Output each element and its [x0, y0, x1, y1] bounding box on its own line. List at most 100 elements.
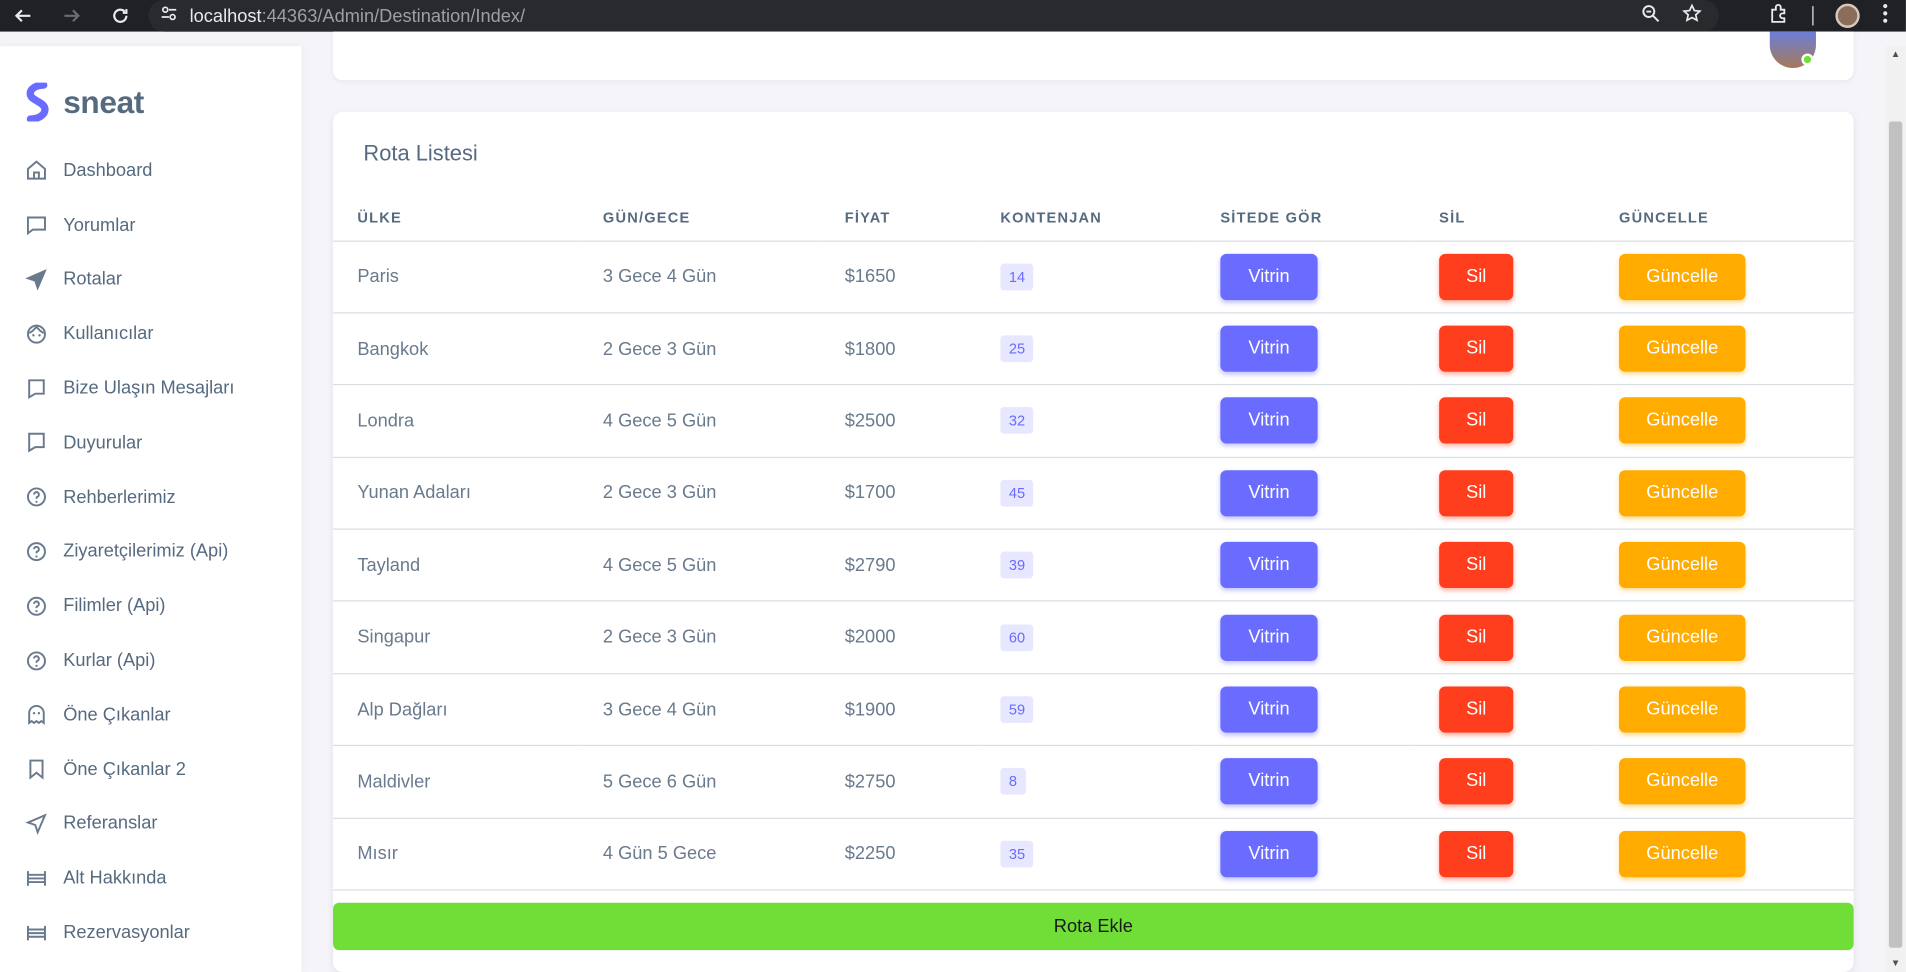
list-icon: [26, 867, 48, 889]
message-icon: [26, 377, 48, 399]
duration-cell: 2 Gece 3 Gün: [578, 601, 821, 675]
brand-logo[interactable]: sneat: [24, 82, 144, 122]
address-bar[interactable]: localhost:44363/Admin/Destination/Index/: [148, 0, 1719, 32]
add-route-button[interactable]: Rota Ekle: [333, 902, 1854, 951]
help-circle-icon: [26, 595, 48, 617]
card-title: Rota Listesi: [363, 140, 478, 166]
scroll-down-arrow-icon[interactable]: ▼: [1885, 955, 1906, 972]
vitrin-button[interactable]: Vitrin: [1220, 542, 1318, 589]
delete-button[interactable]: Sil: [1439, 397, 1514, 445]
route-list-card: Rota Listesi ÜLKE GÜN/GECE FİYAT KONTENJAN S…: [333, 111, 1854, 972]
country-cell: Paris: [333, 240, 579, 314]
delete-button[interactable]: Sil: [1439, 614, 1514, 661]
capacity-cell: 59: [976, 673, 1197, 747]
capacity-badge: 8: [1000, 768, 1026, 796]
help-circle-icon: [26, 541, 48, 563]
vitrin-button[interactable]: Vitrin: [1220, 253, 1318, 300]
site-info-icon[interactable]: [160, 4, 177, 27]
vitrin-button[interactable]: Vitrin: [1220, 758, 1318, 805]
update-button[interactable]: Güncelle: [1619, 830, 1746, 878]
page-scrollbar[interactable]: ▲ ▼: [1885, 46, 1906, 972]
sidebar-item-duyurular[interactable]: Duyurular: [0, 416, 301, 470]
sidebar-item-label: Dashboard: [63, 160, 153, 181]
sidebar-item-label: Öne Çıkanlar: [63, 704, 171, 726]
update-button[interactable]: Güncelle: [1619, 614, 1746, 661]
sidebar-item-rotalar[interactable]: Rotalar: [0, 252, 301, 306]
back-icon[interactable]: [7, 0, 39, 32]
sidebar-item-label: Rehberlerimiz: [63, 486, 176, 508]
sidebar-item-ne-kanlar[interactable]: Öne Çıkanlar: [0, 688, 301, 742]
divider: [1812, 6, 1814, 26]
sidebar-item-label: Rotalar: [63, 269, 122, 290]
vitrin-button[interactable]: Vitrin: [1220, 614, 1318, 661]
vitrin-button[interactable]: Vitrin: [1220, 686, 1318, 733]
vitrin-button[interactable]: Vitrin: [1220, 397, 1318, 445]
delete-cell: Sil: [1414, 673, 1595, 747]
delete-cell: Sil: [1414, 601, 1595, 675]
sidebar-item-alt-hakk-nda[interactable]: Alt Hakkında: [0, 851, 301, 905]
menu-dots-icon[interactable]: [1882, 2, 1889, 30]
update-button[interactable]: Güncelle: [1619, 470, 1746, 517]
column-header: GÜN/GECE: [578, 194, 821, 242]
scroll-thumb[interactable]: [1888, 121, 1903, 948]
vitrin-button[interactable]: Vitrin: [1220, 325, 1318, 372]
update-cell: Güncelle: [1594, 529, 1854, 602]
price-cell: $2500: [820, 384, 977, 458]
capacity-cell: 25: [976, 312, 1197, 386]
table-row: Singapur 2 Gece 3 Gün $2000 60 Vitrin Sil Günc…: [333, 601, 1854, 675]
delete-button[interactable]: Sil: [1439, 325, 1514, 372]
delete-button[interactable]: Sil: [1439, 830, 1514, 878]
update-cell: Güncelle: [1594, 384, 1854, 458]
sidebar-item-referanslar[interactable]: Referanslar: [0, 797, 301, 851]
duration-cell: 3 Gece 4 Gün: [578, 240, 821, 314]
delete-button[interactable]: Sil: [1439, 758, 1514, 805]
sidebar-item-rehberlerimiz[interactable]: Rehberlerimiz: [0, 470, 301, 524]
extensions-icon[interactable]: [1769, 2, 1791, 30]
update-button[interactable]: Güncelle: [1619, 253, 1746, 300]
vitrin-button[interactable]: Vitrin: [1220, 830, 1318, 878]
sidebar-item-kullan-c-lar[interactable]: Kullanıcılar: [0, 307, 301, 361]
update-cell: Güncelle: [1594, 673, 1854, 747]
reload-icon[interactable]: [105, 0, 137, 32]
country-cell: Maldivler: [333, 745, 579, 819]
sidebar-item-kurlar-api[interactable]: Kurlar (Api): [0, 633, 301, 687]
scroll-up-arrow-icon[interactable]: ▲: [1885, 46, 1906, 63]
sidebar-item-ziyaret-ilerimiz-api[interactable]: Ziyaretçilerimiz (Api): [0, 524, 301, 578]
online-status-dot: [1801, 53, 1814, 66]
update-button[interactable]: Güncelle: [1619, 397, 1746, 445]
sidebar-item-ne-kanlar-2[interactable]: Öne Çıkanlar 2: [0, 742, 301, 796]
capacity-badge: 45: [1000, 479, 1034, 507]
update-button[interactable]: Güncelle: [1619, 542, 1746, 589]
capacity-badge: 60: [1000, 624, 1034, 651]
capacity-cell: 14: [976, 240, 1197, 314]
update-button[interactable]: Güncelle: [1619, 758, 1746, 805]
sidebar-item-yorumlar[interactable]: Yorumlar: [0, 198, 301, 252]
send-icon: [25, 813, 48, 835]
update-button[interactable]: Güncelle: [1619, 325, 1746, 372]
sidebar-item-label: Öne Çıkanlar 2: [63, 758, 186, 780]
bookmark-star-icon[interactable]: [1682, 2, 1702, 29]
sidebar-item-bize-ula-n-mesajlar[interactable]: Bize Ulaşın Mesajları: [0, 361, 301, 415]
vitrin-button[interactable]: Vitrin: [1220, 470, 1318, 517]
country-cell: Tayland: [333, 529, 579, 602]
price-cell: $2250: [820, 817, 977, 891]
sidebar-item-label: Bize Ulaşın Mesajları: [63, 377, 235, 399]
update-button[interactable]: Güncelle: [1619, 686, 1746, 733]
sidebar-item-filimler-api[interactable]: Filimler (Api): [0, 579, 301, 633]
delete-button[interactable]: Sil: [1439, 470, 1514, 517]
delete-button[interactable]: Sil: [1439, 542, 1514, 589]
delete-cell: Sil: [1414, 745, 1595, 819]
forward-icon[interactable]: [56, 0, 88, 32]
zoom-icon[interactable]: [1641, 3, 1660, 29]
browser-toolbar: localhost:44363/Admin/Destination/Index/: [0, 0, 1906, 32]
sidebar-item-rezervasyonlar[interactable]: Rezervasyonlar: [0, 905, 301, 959]
delete-cell: Sil: [1414, 457, 1595, 530]
capacity-badge: 35: [1000, 840, 1034, 868]
profile-avatar-icon[interactable]: [1835, 3, 1860, 28]
sidebar-item-dashboard[interactable]: Dashboard: [0, 143, 301, 197]
price-cell: $2790: [820, 529, 977, 602]
delete-button[interactable]: Sil: [1439, 253, 1514, 300]
duration-cell: 3 Gece 4 Gün: [578, 673, 821, 747]
column-header: KONTENJAN: [976, 194, 1197, 242]
delete-button[interactable]: Sil: [1439, 686, 1514, 733]
